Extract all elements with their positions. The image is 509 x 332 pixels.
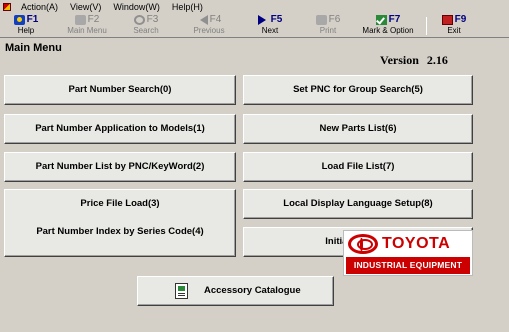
- help-icon: [13, 15, 25, 25]
- search-button[interactable]: F3 Search: [128, 14, 164, 38]
- menu-window[interactable]: Window(W): [107, 0, 166, 14]
- exit-icon: [441, 15, 453, 25]
- part-number-search-button[interactable]: Part Number Search(0): [4, 75, 236, 105]
- previous-icon: [197, 15, 208, 25]
- version-number: 2.16: [426, 53, 448, 67]
- price-file-load-button[interactable]: Price File Load(3): [5, 197, 235, 211]
- menu-bar: Action(A) View(V) Window(W) Help(H): [0, 0, 509, 14]
- mark-option-button[interactable]: F7 Mark & Option: [358, 14, 418, 38]
- print-button[interactable]: F6 Print: [310, 14, 346, 38]
- exit-button[interactable]: F9 Exit: [436, 14, 472, 38]
- menu-action[interactable]: Action(A): [15, 0, 64, 14]
- accessory-catalogue-button[interactable]: Accessory Catalogue: [137, 276, 334, 306]
- page-title: Main Menu: [5, 42, 62, 54]
- local-display-language-button[interactable]: Local Display Language Setup(8): [243, 189, 473, 219]
- part-number-list-button[interactable]: Part Number List by PNC/KeyWord(2): [4, 152, 236, 182]
- brand-subtitle: INDUSTRIAL EQUIPMENT: [346, 257, 470, 274]
- toyota-emblem-icon: [348, 234, 378, 254]
- version-label: Version 2.16: [380, 53, 448, 67]
- main-menu-panel: Main Menu Version 2.16 Part Number Search…: [0, 39, 509, 332]
- catalogue-icon: [175, 283, 188, 299]
- help-button[interactable]: F1 Help: [8, 14, 44, 38]
- price-file-index-button-group[interactable]: Price File Load(3) Part Number Index by …: [4, 189, 236, 257]
- print-icon: [315, 15, 327, 25]
- search-icon: [133, 15, 145, 25]
- menu-view[interactable]: View(V): [64, 0, 107, 14]
- brand-name: TOYOTA: [382, 235, 451, 252]
- next-icon: [257, 15, 269, 25]
- main-menu-button[interactable]: F2 Main Menu: [64, 14, 110, 38]
- part-number-index-button[interactable]: Part Number Index by Series Code(4): [5, 225, 235, 239]
- main-menu-icon: [74, 15, 86, 25]
- mark-option-icon: [375, 15, 387, 25]
- new-parts-list-button[interactable]: New Parts List(6): [243, 114, 473, 144]
- load-file-list-button[interactable]: Load File List(7): [243, 152, 473, 182]
- toolbar: F1 Help F2 Main Menu F3 Search F4 Previo…: [0, 14, 509, 38]
- toyota-logo: TOYOTA INDUSTRIAL EQUIPMENT: [343, 230, 473, 276]
- toolbar-separator: [426, 17, 427, 35]
- previous-button[interactable]: F4 Previous: [188, 14, 230, 38]
- next-button[interactable]: F5 Next: [252, 14, 288, 38]
- app-icon[interactable]: [3, 3, 11, 11]
- menu-help[interactable]: Help(H): [166, 0, 209, 14]
- part-number-application-button[interactable]: Part Number Application to Models(1): [4, 114, 236, 144]
- set-pnc-group-search-button[interactable]: Set PNC for Group Search(5): [243, 75, 473, 105]
